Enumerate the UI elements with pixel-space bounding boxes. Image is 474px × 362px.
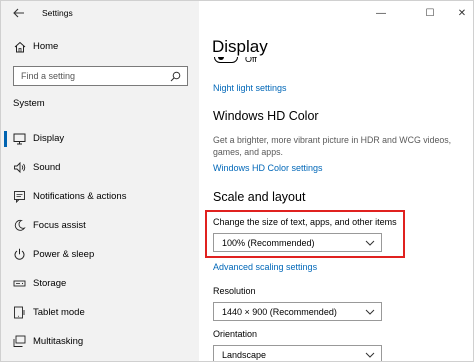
storage-icon	[13, 280, 26, 287]
sidebar-item-label: Focus assist	[33, 220, 86, 231]
sidebar: Settings Home System Display Sound Notif…	[1, 1, 199, 361]
advanced-scaling-link[interactable]: Advanced scaling settings	[213, 262, 317, 272]
orientation-label: Orientation	[213, 329, 258, 339]
sidebar-item-power-sleep[interactable]: Power & sleep	[1, 245, 199, 265]
orientation-value: Landscape	[222, 350, 267, 360]
minimize-button[interactable]: —	[371, 5, 391, 21]
sidebar-item-label: Tablet mode	[33, 307, 85, 318]
search-input[interactable]	[14, 71, 164, 81]
tablet-icon	[14, 306, 25, 319]
section-label-system: System	[13, 98, 45, 109]
resolution-dropdown[interactable]: 1440 × 900 (Recommended)	[213, 302, 382, 321]
back-arrow-icon	[13, 8, 24, 18]
settings-window: Settings Home System Display Sound Notif…	[0, 0, 474, 362]
hd-color-heading: Windows HD Color	[213, 109, 319, 123]
app-title: Settings	[42, 8, 73, 18]
speaker-icon	[14, 161, 26, 174]
search-box[interactable]	[13, 66, 188, 86]
night-light-toggle-row: Off	[214, 57, 274, 69]
chevron-down-icon	[365, 352, 375, 358]
toggle-knob	[218, 57, 224, 60]
power-icon	[14, 248, 25, 260]
sidebar-item-notifications[interactable]: Notifications & actions	[1, 187, 199, 207]
sidebar-item-focus-assist[interactable]: Focus assist	[1, 216, 199, 236]
resolution-value: 1440 × 900 (Recommended)	[222, 307, 337, 317]
sidebar-item-label: Display	[33, 133, 65, 144]
sidebar-item-label: Multitasking	[33, 336, 84, 347]
back-button[interactable]	[11, 5, 27, 21]
sidebar-item-multitasking[interactable]: Multitasking	[1, 332, 199, 352]
close-button[interactable]: ✕	[452, 5, 472, 21]
hd-color-description: Get a brighter, more vibrant picture in …	[213, 135, 452, 157]
scale-label: Change the size of text, apps, and other…	[213, 217, 397, 227]
moon-icon	[14, 219, 26, 231]
multitasking-icon	[13, 335, 26, 347]
maximize-button[interactable]: ☐	[420, 5, 440, 21]
home-label: Home	[33, 41, 59, 52]
chevron-down-icon	[365, 240, 375, 246]
page-title: Display	[212, 37, 268, 56]
night-light-settings-link[interactable]: Night light settings	[213, 83, 287, 93]
scale-layout-heading: Scale and layout	[213, 190, 306, 204]
sidebar-item-tablet-mode[interactable]: Tablet mode	[1, 303, 199, 323]
search-icon[interactable]	[170, 71, 181, 82]
sidebar-item-label: Sound	[33, 162, 61, 173]
sidebar-item-label: Notifications & actions	[33, 191, 127, 202]
monitor-icon	[13, 133, 26, 145]
scale-value: 100% (Recommended)	[222, 238, 315, 248]
notification-icon	[14, 191, 25, 203]
resolution-label: Resolution	[213, 286, 256, 296]
sidebar-item-sound[interactable]: Sound	[1, 158, 199, 178]
sidebar-item-storage[interactable]: Storage	[1, 274, 199, 294]
night-light-toggle[interactable]	[214, 57, 238, 63]
selection-indicator	[4, 131, 7, 147]
scale-dropdown[interactable]: 100% (Recommended)	[213, 233, 382, 252]
night-light-state: Off	[245, 57, 257, 64]
home-icon	[14, 41, 26, 53]
main-content: — ☐ ✕ Display Off Night light settings W…	[199, 1, 473, 361]
orientation-dropdown[interactable]: Landscape	[213, 345, 382, 361]
sidebar-item-home[interactable]: Home	[1, 37, 199, 57]
sidebar-item-display[interactable]: Display	[1, 129, 199, 149]
chevron-down-icon	[365, 309, 375, 315]
sidebar-item-label: Storage	[33, 278, 67, 289]
hd-color-settings-link[interactable]: Windows HD Color settings	[213, 163, 323, 173]
sidebar-item-label: Power & sleep	[33, 249, 95, 260]
